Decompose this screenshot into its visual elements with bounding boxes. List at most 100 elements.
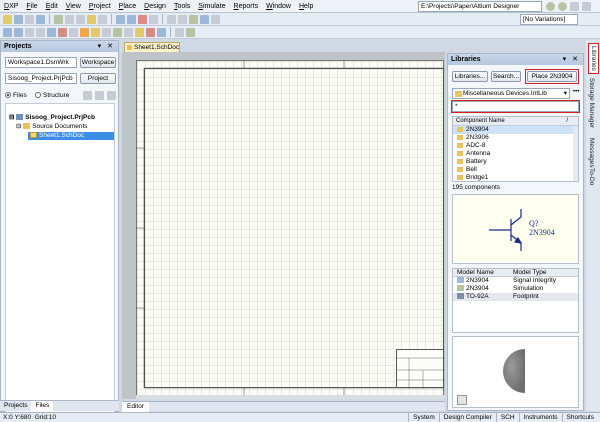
undo-icon[interactable]	[167, 14, 176, 24]
tree-project[interactable]: ⊟ Sisoog_Project.PrjPcb	[9, 114, 95, 122]
vcc-port-icon[interactable]	[69, 27, 78, 37]
home-icon[interactable]	[570, 2, 579, 11]
forward-icon[interactable]	[558, 2, 567, 11]
move-icon[interactable]	[127, 14, 136, 24]
list-item[interactable]: Bridge1	[453, 174, 578, 181]
zoom-icon[interactable]	[36, 14, 45, 24]
folder-view-icon[interactable]	[95, 91, 104, 100]
browse-icon[interactable]	[200, 14, 209, 24]
wire-icon[interactable]	[3, 27, 12, 37]
table-row[interactable]: 2N3904 Signal Integrity	[453, 277, 578, 285]
menu-dxp[interactable]: DXP	[0, 0, 22, 13]
side-tab-todo[interactable]: To-Do	[588, 168, 595, 185]
horizontal-scrollbar[interactable]	[136, 395, 445, 399]
side-tab-libraries[interactable]: Libraries	[588, 43, 599, 74]
drawing-tools-icon[interactable]	[175, 27, 184, 37]
no-erc-icon[interactable]	[146, 27, 155, 37]
print-icon[interactable]	[25, 14, 34, 24]
table-row[interactable]: 2N3904 Simulation	[453, 285, 578, 293]
workspace-field[interactable]: Workspace1.DsnWrk	[5, 57, 77, 68]
tab-projects[interactable]: Projects	[0, 401, 31, 411]
tree-folder[interactable]: ⊟ Source Documents	[16, 123, 88, 131]
table-row[interactable]: TO-92A Footprint	[453, 293, 578, 301]
open-folder-icon[interactable]	[3, 14, 12, 24]
project-field[interactable]: Sisoog_Project.PrjPcb	[5, 73, 77, 84]
side-tab-messages[interactable]: Messages	[588, 138, 595, 168]
select-icon[interactable]	[116, 14, 125, 24]
tab-files[interactable]: Files	[31, 401, 54, 411]
device-sheet-icon[interactable]	[113, 27, 122, 37]
libraries-button[interactable]: Libraries...	[452, 71, 488, 82]
list-item[interactable]: 2N3904	[453, 126, 578, 134]
redo-icon[interactable]	[178, 14, 187, 24]
project-button[interactable]: Project	[80, 73, 116, 84]
library-options-icon[interactable]: •••	[573, 89, 579, 95]
status-design-compiler[interactable]: Design Compiler	[438, 413, 496, 422]
port-icon[interactable]	[135, 27, 144, 37]
project-options-icon[interactable]	[83, 91, 92, 100]
signal-harness-icon[interactable]	[25, 27, 34, 37]
cut-icon[interactable]	[65, 14, 74, 24]
save-icon[interactable]	[14, 14, 23, 24]
status-system[interactable]: System	[408, 413, 439, 422]
tree-file[interactable]: Sheet1.SchDoc	[28, 132, 114, 140]
menu-file[interactable]: File	[22, 0, 41, 13]
model-type-header[interactable]: Model Type	[513, 269, 578, 276]
document-tab[interactable]: Sheet1.SchDoc	[124, 42, 180, 52]
workspace-button[interactable]: Workspace	[80, 57, 116, 68]
menu-place[interactable]: Place	[115, 0, 141, 13]
variations-select[interactable]: [No Variations]	[520, 14, 578, 25]
zoom-fit-icon[interactable]	[54, 14, 63, 24]
libraries-panel-controls-icon[interactable]: ▾ ✕	[563, 54, 580, 65]
sheet-symbol-icon[interactable]	[91, 27, 100, 37]
radio-structure[interactable]: Structure	[35, 91, 69, 100]
clear-filter-icon[interactable]	[149, 14, 158, 24]
menu-design[interactable]: Design	[140, 0, 170, 13]
hierarchy-icon[interactable]	[189, 14, 198, 24]
search-button[interactable]: Search...	[491, 71, 521, 82]
pcb-3d-toggle-icon[interactable]	[457, 395, 467, 405]
dropdown-icon[interactable]	[107, 91, 116, 100]
net-label-icon[interactable]	[47, 27, 56, 37]
deselect-icon[interactable]	[138, 14, 147, 24]
status-instruments[interactable]: Instruments	[518, 413, 562, 422]
menu-tools[interactable]: Tools	[170, 0, 194, 13]
back-icon[interactable]	[546, 2, 555, 11]
paste-icon[interactable]	[87, 14, 96, 24]
help-icon[interactable]	[211, 14, 220, 24]
bus-entry-icon[interactable]	[36, 27, 45, 37]
component-list-header[interactable]: Component Name /	[453, 117, 578, 126]
list-item[interactable]: ADC-8	[453, 142, 578, 150]
list-item[interactable]: Battery	[453, 158, 578, 166]
bus-icon[interactable]	[14, 27, 23, 37]
menu-simulate[interactable]: Simulate	[194, 0, 229, 13]
text-icon[interactable]	[157, 27, 166, 37]
sheet-entry-icon[interactable]	[102, 27, 111, 37]
list-item[interactable]: Bell	[453, 166, 578, 174]
menu-project[interactable]: Project	[85, 0, 115, 13]
copy-icon[interactable]	[76, 14, 85, 24]
harness-connector-icon[interactable]	[124, 27, 133, 37]
list-item[interactable]: 2N3906	[453, 134, 578, 142]
menu-edit[interactable]: Edit	[42, 0, 62, 13]
menu-window[interactable]: Window	[262, 0, 295, 13]
tab-editor[interactable]: Editor	[122, 402, 149, 412]
list-item[interactable]: Antenna	[453, 150, 578, 158]
status-sch[interactable]: SCH	[495, 413, 519, 422]
status-shortcuts[interactable]: Shortcuts	[561, 413, 598, 422]
options-icon[interactable]	[582, 2, 591, 11]
component-list-scrollbar[interactable]	[573, 126, 578, 181]
side-tab-storage-manager[interactable]: Storage Manager	[588, 78, 595, 128]
menu-help[interactable]: Help	[295, 0, 317, 13]
menu-view[interactable]: View	[62, 0, 85, 13]
panel-controls-icon[interactable]: ▾ ✕	[98, 41, 115, 52]
part-icon[interactable]	[80, 27, 89, 37]
library-select[interactable]: Miscellaneous Devices.IntLib ▾	[452, 88, 570, 99]
model-name-header[interactable]: Model Name	[453, 269, 513, 276]
radio-files[interactable]: Files	[5, 91, 27, 100]
gnd-port-icon[interactable]	[58, 27, 67, 37]
path-field[interactable]: E:\Projects\Paper\Altium Designer	[418, 1, 542, 12]
alignment-icon[interactable]	[186, 27, 195, 37]
menu-reports[interactable]: Reports	[230, 0, 263, 13]
rubber-stamp-icon[interactable]	[98, 14, 107, 24]
